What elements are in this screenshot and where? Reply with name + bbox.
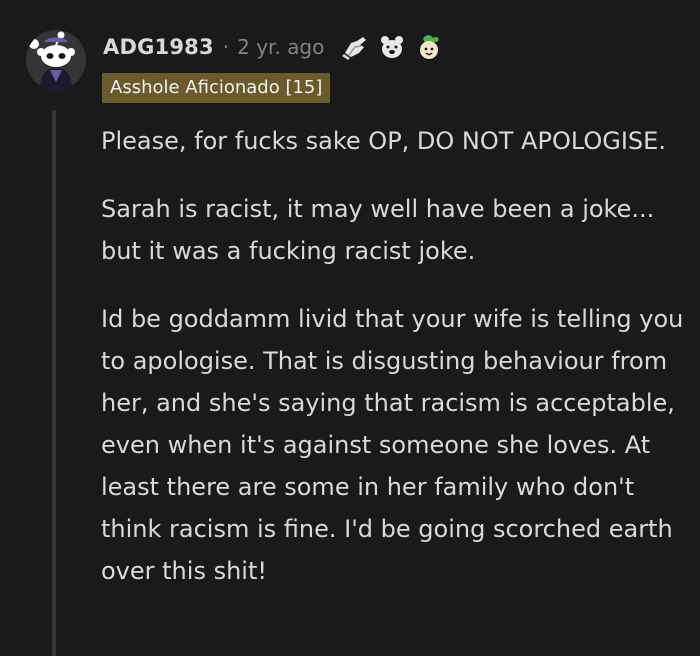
user-avatar[interactable] [26, 30, 86, 90]
thread-collapse-line[interactable] [52, 110, 56, 656]
comment-paragraph: Id be goddamm livid that your wife is te… [101, 305, 684, 585]
plant-pot-award-icon[interactable] [415, 33, 443, 61]
comment-paragraph: Please, for fucks sake OP, DO NOT APOLOG… [101, 127, 666, 155]
helpful-hand-award-icon[interactable] [341, 33, 369, 61]
username-link[interactable]: ADG1983 [103, 35, 214, 59]
snoo-avatar-icon [26, 30, 86, 90]
comment-body: Please, for fucks sake OP, DO NOT APOLOG… [101, 120, 691, 618]
comment-header: ADG1983 · 2 yr. ago [103, 30, 443, 64]
timestamp-link[interactable]: 2 yr. ago [237, 35, 324, 59]
user-flair-badge: Asshole Aficionado [15] [102, 73, 331, 103]
awards-list[interactable] [332, 33, 443, 61]
comment-paragraph: Sarah is racist, it may well have been a… [101, 195, 655, 265]
separator-dot: · [222, 35, 230, 59]
wholesome-bear-award-icon[interactable] [378, 33, 406, 61]
